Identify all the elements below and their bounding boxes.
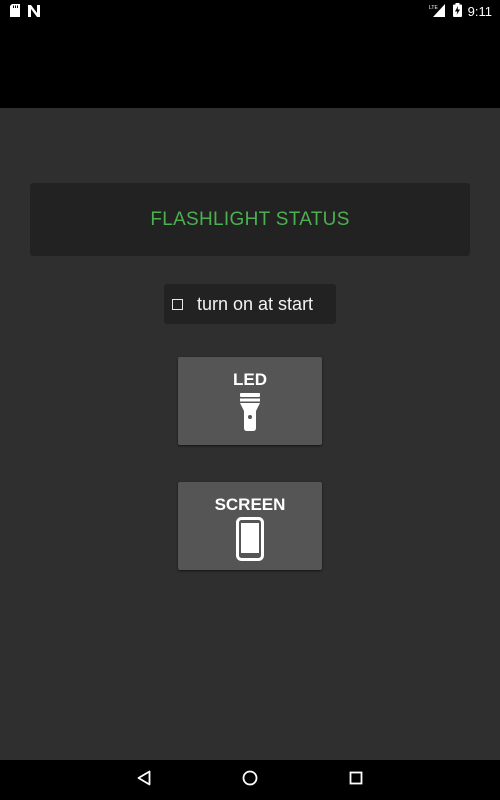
flashlight-status-text: FLASHLIGHT STATUS — [150, 208, 350, 230]
status-bar-system: LTE 9:11 — [429, 3, 492, 20]
network-type-label: LTE — [429, 5, 438, 11]
home-button[interactable] — [239, 770, 261, 790]
clock: 9:11 — [467, 4, 492, 19]
recents-icon — [349, 771, 363, 790]
flashlight-icon — [238, 392, 262, 437]
device-screen: LTE 9:11 FLASHLIGHT STATUS turn on at st… — [0, 0, 500, 800]
cell-signal-icon: LTE — [429, 3, 447, 20]
status-bar-notifications — [10, 4, 40, 22]
led-button-label: LED — [233, 370, 267, 389]
flashlight-status-panel: FLASHLIGHT STATUS — [30, 183, 470, 256]
back-button[interactable] — [133, 770, 155, 790]
screen-button[interactable]: SCREEN — [178, 482, 322, 570]
checkbox-box[interactable] — [172, 298, 183, 310]
recents-button[interactable] — [345, 770, 367, 790]
sd-card-icon — [10, 4, 20, 22]
turn-on-at-start-label: turn on at start — [197, 293, 314, 314]
smartphone-icon — [236, 517, 264, 566]
status-bar: LTE 9:11 — [0, 0, 500, 24]
screen-button-label: SCREEN — [214, 495, 286, 514]
battery-charging-icon — [452, 3, 462, 20]
turn-on-at-start-checkbox[interactable]: turn on at start — [164, 284, 336, 324]
navigation-bar — [0, 760, 500, 800]
back-icon — [137, 770, 151, 791]
home-icon — [242, 770, 258, 791]
n-notification-icon — [28, 4, 40, 22]
led-button[interactable]: LED — [178, 357, 322, 445]
app-content: FLASHLIGHT STATUS turn on at start LED S… — [0, 108, 500, 760]
